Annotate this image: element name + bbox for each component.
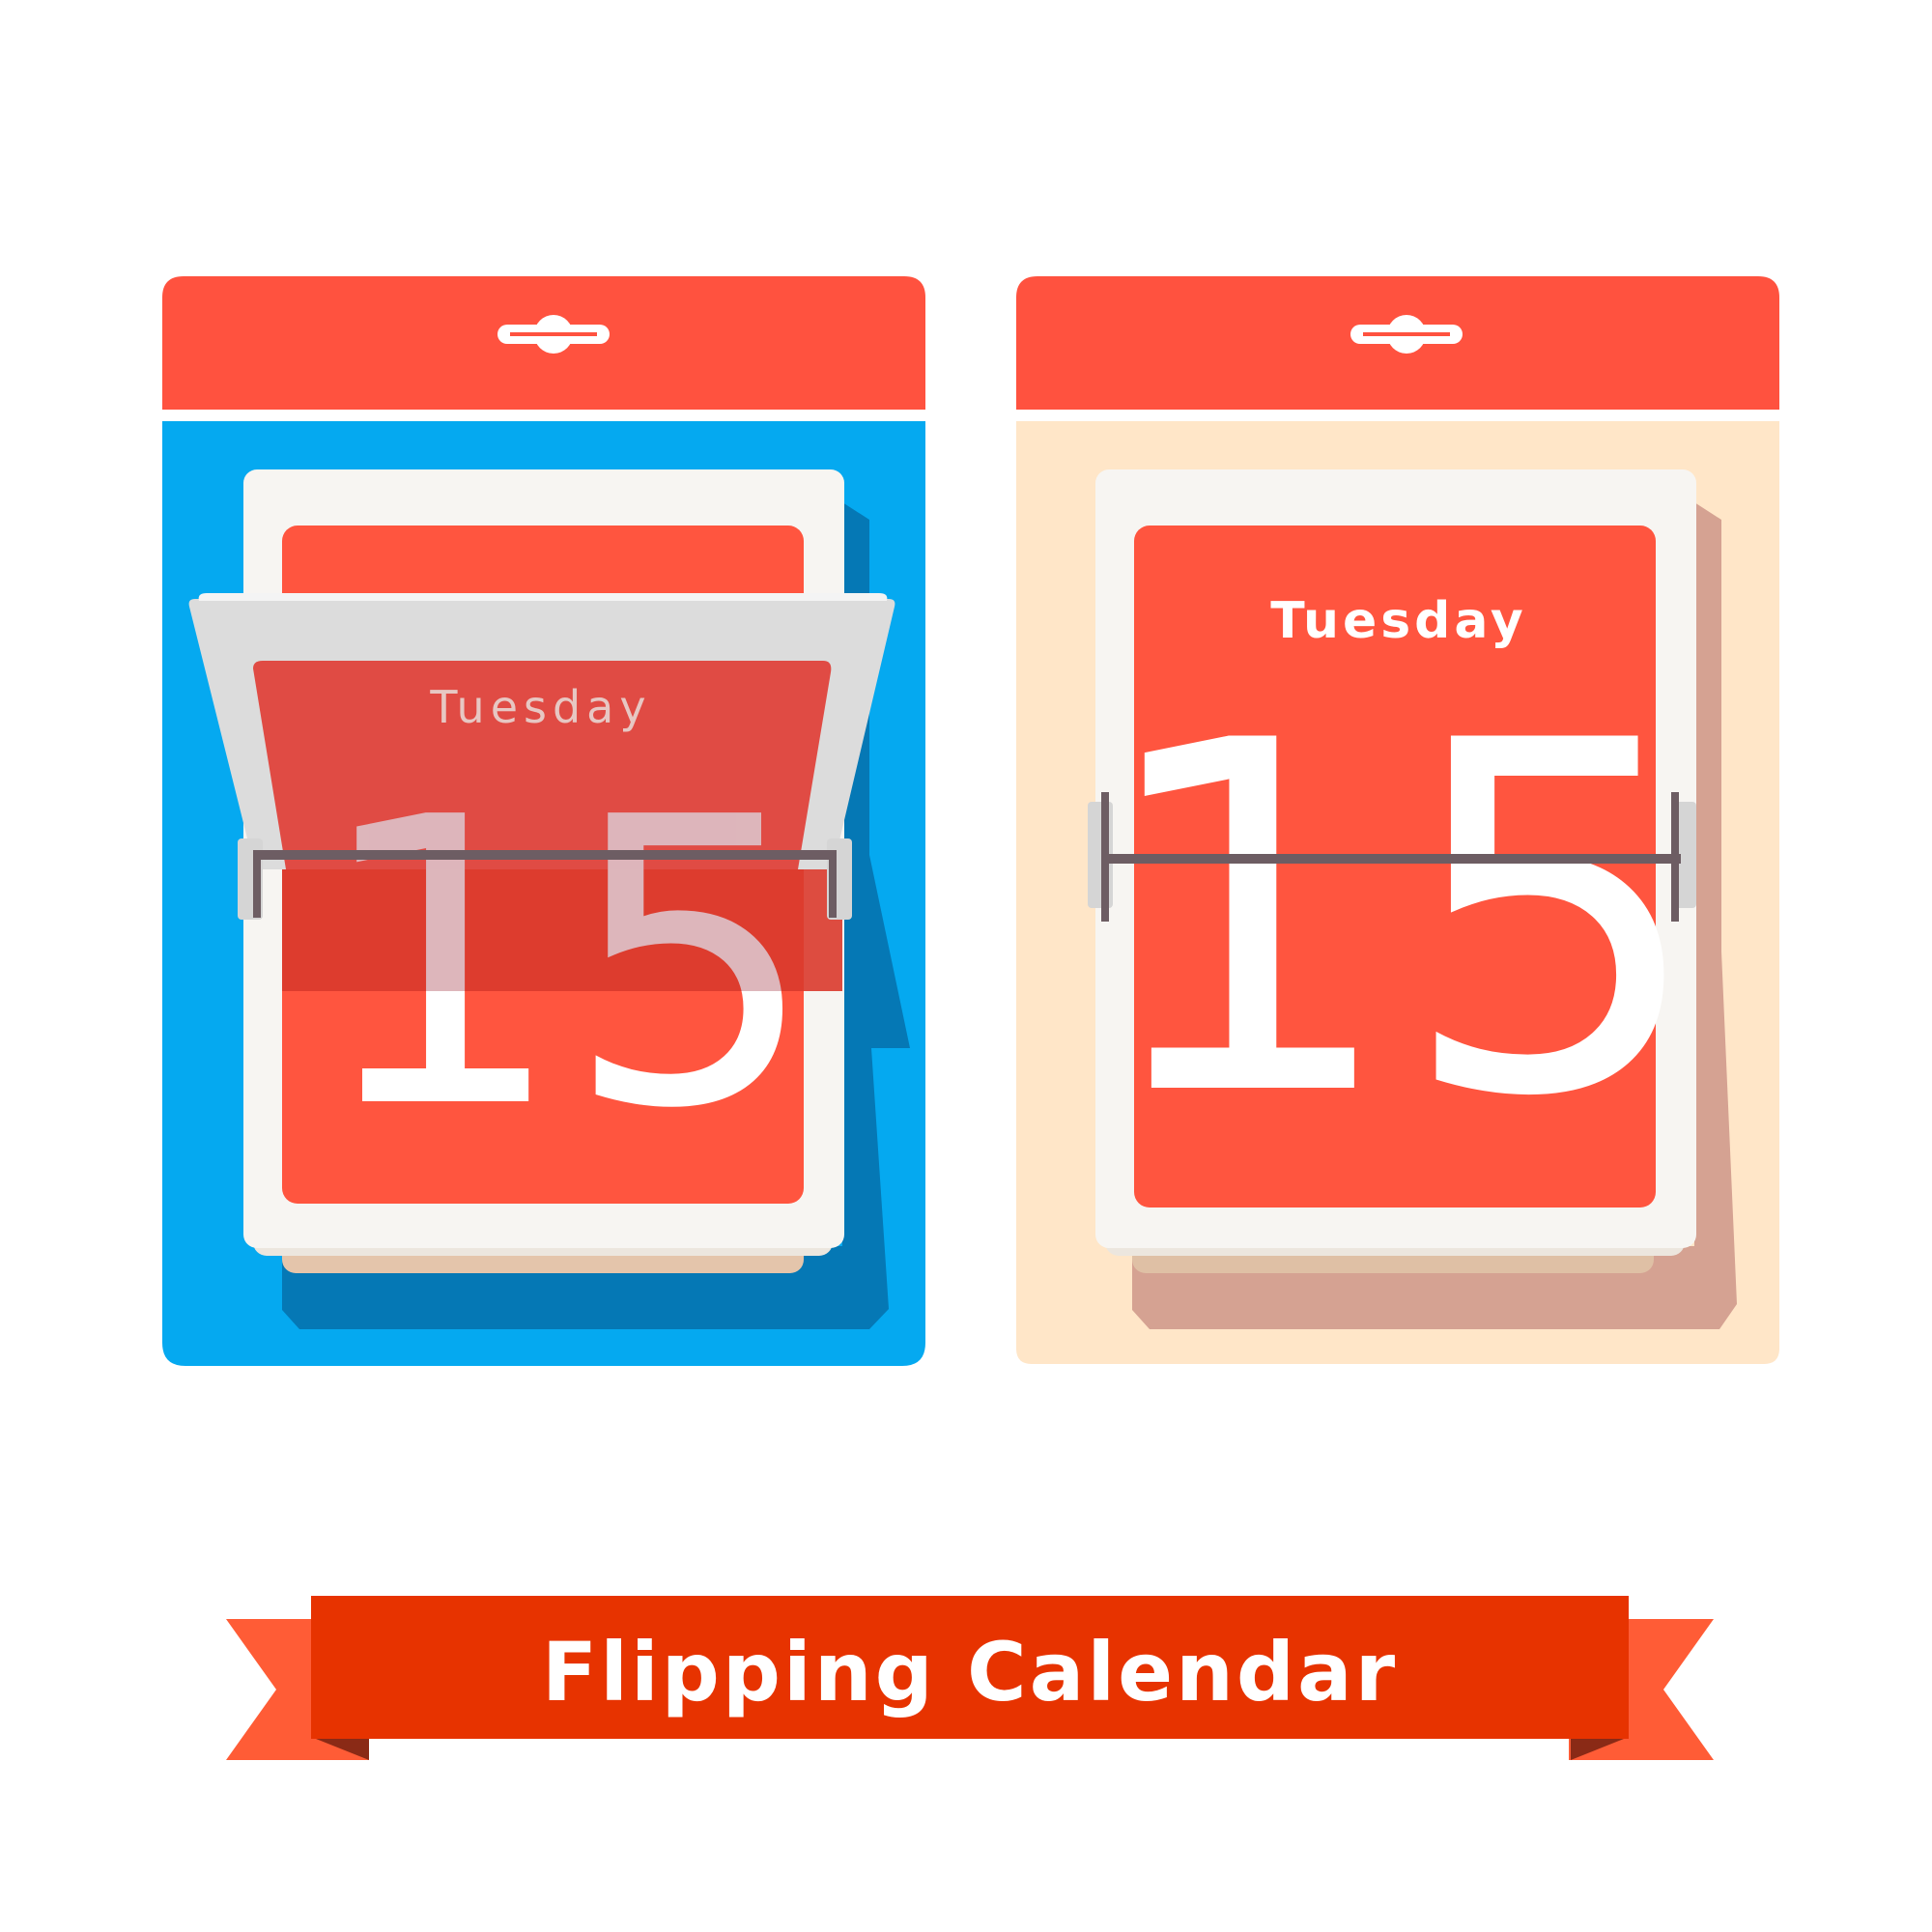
left-calendar-header bbox=[162, 276, 925, 410]
right-calendar: Tuesday 15 bbox=[1016, 276, 1779, 1364]
flipping-calendar-illustration: 15 Tuesday 15 bbox=[162, 276, 1779, 1760]
left-calendar: 15 Tuesday 15 bbox=[162, 276, 925, 1366]
title-ribbon: Flipping Calendar bbox=[226, 1596, 1714, 1760]
right-calendar-header bbox=[1016, 276, 1779, 410]
banner-title: Flipping Calendar bbox=[542, 1625, 1398, 1719]
left-weekday-label: Tuesday bbox=[429, 681, 651, 733]
right-day-number: 15 bbox=[1092, 639, 1706, 1202]
